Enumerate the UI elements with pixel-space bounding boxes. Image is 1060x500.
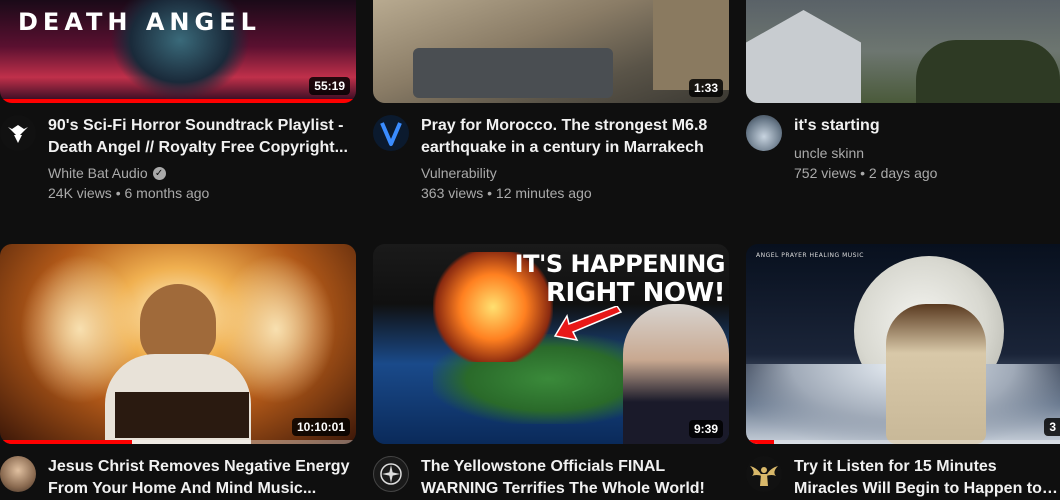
verified-check-icon: ✓ — [152, 166, 166, 180]
thumbnail-title-text: DEATH ANGEL — [18, 8, 261, 36]
watch-progress-bar — [0, 440, 132, 444]
video-card-5[interactable]: IT'S HAPPENING RIGHT NOW! 9:39 The Yello… — [373, 244, 729, 500]
video-thumbnail[interactable] — [746, 0, 1060, 103]
thumbnail-channel-text: ANGEL PRAYER HEALING MUSIC — [756, 252, 864, 259]
video-title[interactable]: Try it Listen for 15 Minutes Miracles Wi… — [794, 456, 1060, 500]
compass-logo-icon — [380, 463, 402, 485]
thumbnail-art — [653, 0, 729, 90]
channel-name[interactable]: Vulnerability — [421, 163, 497, 183]
video-thumbnail[interactable]: 1:33 — [373, 0, 729, 103]
angel-logo-icon — [750, 466, 778, 486]
channel-avatar[interactable] — [746, 115, 782, 151]
watch-progress-bar — [746, 440, 774, 444]
video-thumbnail[interactable]: DEATH ANGEL 55:19 — [0, 0, 356, 103]
video-card-1[interactable]: DEATH ANGEL 55:19 90's Sci-Fi Horror Sou… — [0, 0, 356, 203]
channel-avatar[interactable] — [373, 115, 409, 151]
thumbnail-art — [115, 392, 249, 438]
channel-name[interactable]: uncle skinn — [794, 143, 864, 163]
video-title[interactable]: Pray for Morocco. The strongest M6.8 ear… — [421, 115, 729, 159]
video-card-4[interactable]: 10:10:01 Jesus Christ Removes Negative E… — [0, 244, 356, 500]
duration-badge: 3 — [1044, 418, 1060, 436]
video-card-2[interactable]: 1:33 Pray for Morocco. The strongest M6.… — [373, 0, 729, 203]
person-photo-icon — [0, 456, 36, 492]
red-arrow-icon — [553, 306, 623, 342]
duration-badge: 9:39 — [688, 420, 723, 438]
channel-name[interactable]: White Bat Audio — [48, 163, 148, 183]
thumbnail-art — [140, 284, 216, 364]
duration-badge: 10:10:01 — [291, 418, 350, 436]
duration-badge: 55:19 — [309, 77, 350, 95]
video-card-3[interactable]: it's starting uncle skinn 752 views • 2 … — [746, 0, 1060, 183]
thumbnail-headline-line1: IT'S HAPPENING — [514, 250, 726, 278]
video-card-6[interactable]: ANGEL PRAYER HEALING MUSIC 3 Try it List… — [746, 244, 1060, 500]
channel-avatar[interactable] — [0, 115, 36, 151]
video-stats: 24K views • 6 months ago — [48, 185, 210, 201]
channel-avatar[interactable] — [373, 456, 409, 492]
video-stats: 363 views • 12 minutes ago — [421, 185, 592, 201]
video-thumbnail[interactable]: IT'S HAPPENING RIGHT NOW! 9:39 — [373, 244, 729, 444]
v-logo-icon — [380, 122, 402, 146]
thumbnail-art — [413, 48, 613, 98]
thumbnail-art — [886, 304, 986, 444]
duration-badge: 1:33 — [688, 79, 723, 97]
video-title[interactable]: 90's Sci-Fi Horror Soundtrack Playlist -… — [48, 115, 356, 159]
video-title[interactable]: Jesus Christ Removes Negative Energy Fro… — [48, 456, 356, 500]
watch-progress-bar — [0, 99, 356, 103]
progress-track — [746, 440, 1060, 444]
video-thumbnail[interactable]: 10:10:01 — [0, 244, 356, 444]
video-title[interactable]: The Yellowstone Officials FINAL WARNING … — [421, 456, 729, 500]
car-photo-icon — [746, 115, 782, 151]
video-stats: 752 views • 2 days ago — [794, 165, 938, 181]
channel-avatar[interactable] — [746, 456, 782, 492]
thumbnail-art — [916, 40, 1060, 103]
bat-logo-icon — [8, 125, 28, 143]
thumbnail-headline-line2: RIGHT NOW! — [546, 278, 725, 308]
channel-avatar[interactable] — [0, 456, 36, 492]
video-title[interactable]: it's starting — [794, 115, 1060, 137]
thumbnail-art — [746, 10, 861, 103]
video-thumbnail[interactable]: ANGEL PRAYER HEALING MUSIC 3 — [746, 244, 1060, 444]
